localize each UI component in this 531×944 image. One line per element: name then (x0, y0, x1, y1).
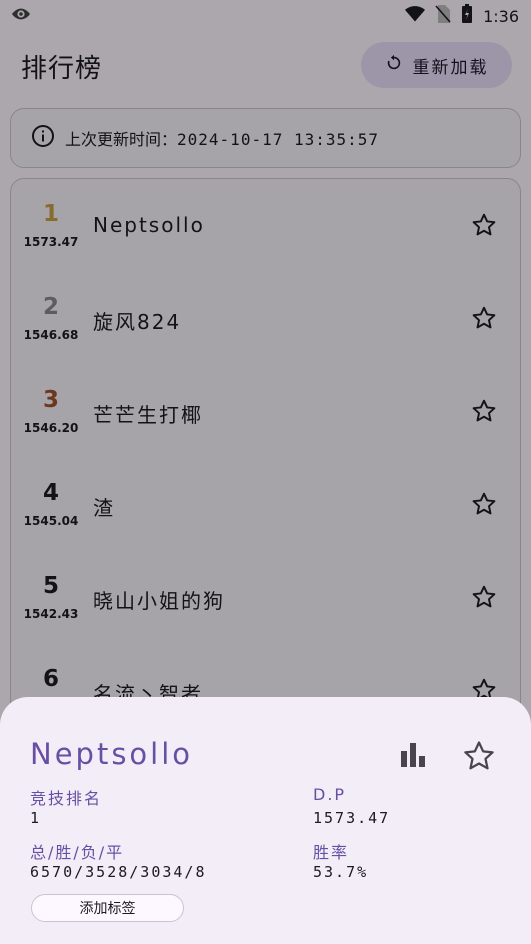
dp-value: 1573.47 (313, 809, 391, 827)
bar-chart-icon[interactable] (398, 741, 428, 773)
player-detail-sheet: Neptsollo 竞技排名 1 D.P 1573.47 总/胜/负/平 657… (0, 697, 531, 944)
sheet-player-name: Neptsollo (30, 737, 194, 771)
add-tag-button[interactable]: 添加标签 (31, 894, 184, 922)
record-value: 6570/3528/3034/8 (30, 863, 207, 881)
rank-value: 1 (30, 809, 42, 827)
favorite-star-icon[interactable] (462, 739, 496, 777)
leaderboard-screen: 1:36 排行榜 重新加载 上次更新时间：2024-10-17 13:35:57… (0, 0, 531, 944)
rank-label: 竞技排名 (30, 789, 103, 808)
winrate-label: 胜率 (313, 843, 350, 862)
dp-label: D.P (313, 785, 347, 804)
record-label: 总/胜/负/平 (30, 843, 125, 862)
winrate-value: 53.7% (313, 863, 369, 881)
